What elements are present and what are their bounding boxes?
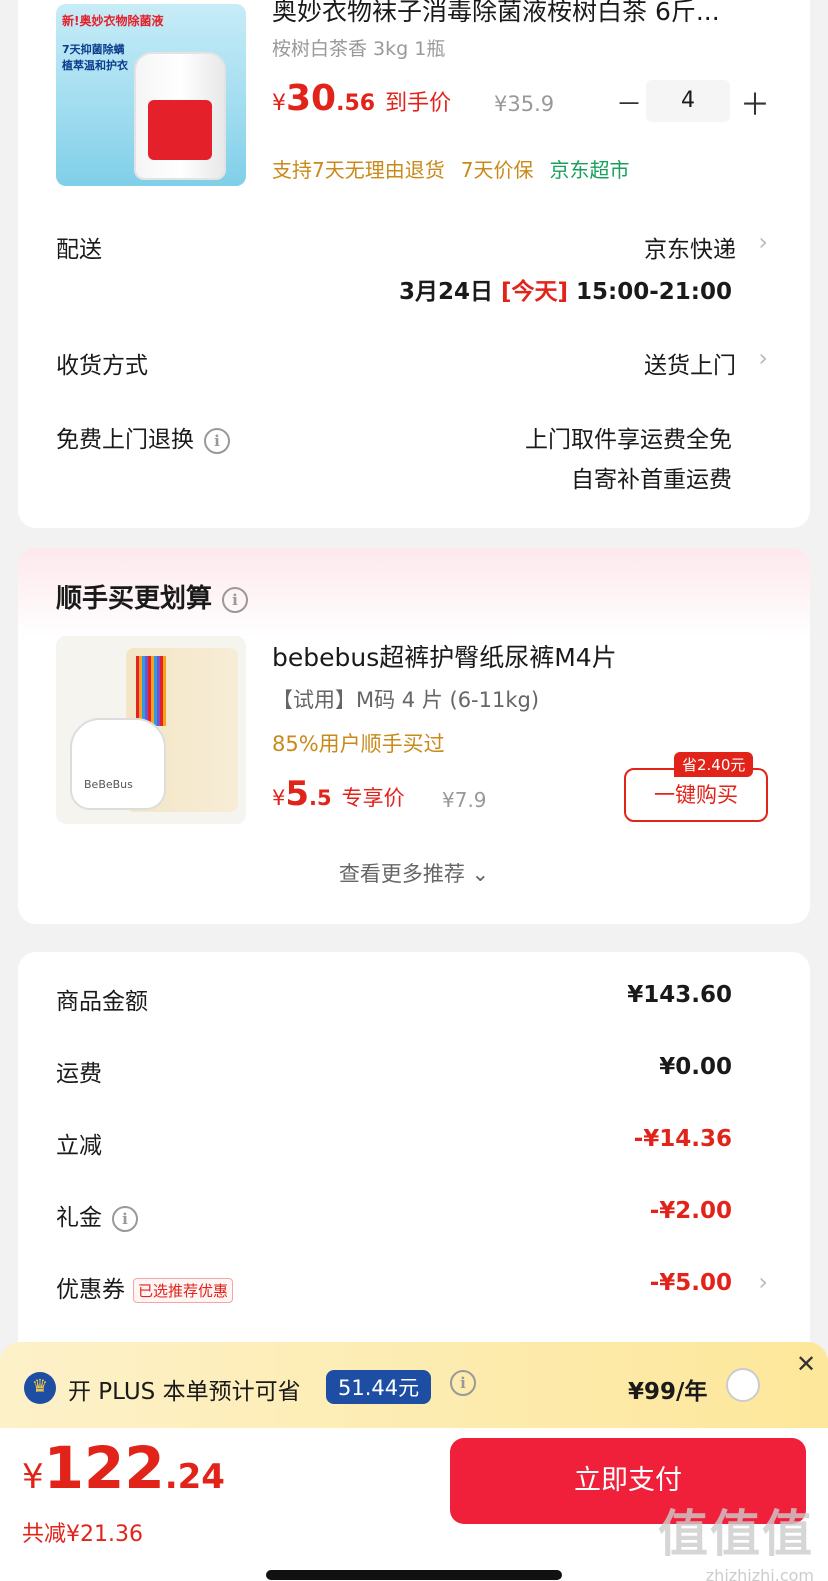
summary-label: 商品金额 [56, 989, 148, 1015]
recommend-product-spec: 【试用】M码 4 片 (6-11kg) [272, 688, 540, 712]
quantity-increase-button[interactable]: ＋ [740, 80, 770, 124]
price-summary-card: 商品金额 ¥143.60 运费 ¥0.00 立减 -¥14.36 礼金 i -¥2… [18, 952, 810, 1372]
recommend-product-image[interactable]: BeBeBus [56, 636, 246, 824]
total-integer: 122 [43, 1434, 165, 1502]
receive-chevron-icon[interactable]: › [758, 344, 768, 372]
product-price: ¥30.56 到手价 [272, 78, 451, 119]
plus-info[interactable]: i [450, 1370, 476, 1396]
price-decimal: .56 [336, 91, 376, 116]
summary-row-shipping: 运费 ¥0.00 [56, 1054, 772, 1094]
summary-label: 礼金 i [56, 1198, 138, 1232]
delivery-time[interactable]: 3月24日 [今天] 15:00-21:00 [399, 272, 732, 306]
receive-method-value[interactable]: 送货上门 [644, 346, 736, 380]
see-more-recommend-link[interactable]: 查看更多推荐 ⌄ [18, 858, 810, 888]
info-icon[interactable]: i [222, 586, 249, 613]
quantity-input[interactable]: 4 [646, 80, 730, 122]
price-label: 到手价 [385, 91, 452, 116]
plus-promo-bar[interactable]: ♛ 开 PLUS 本单预计可省 51.44元 i ¥99/年 ✕ [0, 1342, 828, 1428]
price-label: 专享价 [341, 786, 405, 810]
free-return-line1: 上门取件享运费全免 [525, 427, 732, 453]
summary-row-gift[interactable]: 礼金 i -¥2.00 [56, 1198, 772, 1238]
product-image[interactable]: 新!奥妙衣物除菌液 7天抑菌除螨 植萃温和护衣 [56, 4, 246, 186]
total-price: ¥122.24 [22, 1434, 225, 1502]
image-brand-text: BeBeBus [84, 778, 133, 791]
delivery-window: 15:00-21:00 [576, 279, 732, 305]
price-currency: ¥ [272, 91, 286, 116]
summary-value: ¥0.00 [659, 1054, 732, 1080]
stripes-graphic [136, 656, 166, 726]
tag-return: 支持7天无理由退货 [272, 158, 445, 182]
product-image-banner: 7天抑菌除螨 植萃温和护衣 [62, 43, 128, 72]
recommend-stat: 85%用户顺手买过 [272, 732, 445, 756]
service-tags: 支持7天无理由退货 7天价保 京东超市 [272, 154, 645, 183]
summary-value: -¥14.36 [633, 1126, 732, 1152]
coupon-label-text: 优惠券 [56, 1277, 125, 1303]
summary-value: ¥143.60 [627, 982, 732, 1008]
summary-row-goods: 商品金额 ¥143.60 [56, 982, 772, 1022]
summary-label: 优惠券 已选推荐优惠 [56, 1270, 234, 1304]
summary-value: -¥2.00 [649, 1198, 732, 1224]
recommend-product-name[interactable]: bebebus超裤护臀纸尿裤M4片 [272, 638, 617, 674]
total-decimal: .24 [164, 1457, 225, 1497]
price-decimal: .5 [309, 786, 332, 810]
summary-row-discount[interactable]: 立减 -¥14.36 [56, 1126, 772, 1166]
home-indicator [266, 1570, 562, 1580]
recommend-price: ¥5.5 专享价 [272, 774, 405, 814]
coupon-tag: 已选推荐优惠 [133, 1278, 234, 1303]
plus-text: 开 PLUS 本单预计可省 [68, 1379, 301, 1405]
delivery-date: 3月24日 [398, 279, 493, 305]
gift-label-text: 礼金 [56, 1205, 102, 1231]
watermark: 值值值 zhizhizhi.com [658, 1494, 814, 1581]
total-currency: ¥ [22, 1457, 44, 1497]
receive-method-label: 收货方式 [56, 353, 148, 379]
delivery-today: [今天] [500, 279, 569, 305]
delivery-label: 配送 [56, 237, 102, 263]
delivery-chevron-icon[interactable]: › [758, 228, 768, 256]
checkout-bar: ¥122.24 共减¥21.36 立即支付 值值值 zhizhizhi.com [0, 1428, 828, 1581]
diaper-graphic [70, 718, 166, 810]
total-saved[interactable]: 共减¥21.36 [22, 1516, 143, 1548]
bottle-label-graphic [148, 100, 212, 160]
recommend-card: 顺手买更划算 i BeBeBus bebebus超裤护臀纸尿裤M4片 【试用】M码… [18, 548, 810, 924]
price-integer: 5 [285, 774, 310, 814]
price-currency: ¥ [272, 786, 286, 810]
info-icon[interactable]: i [112, 1205, 138, 1232]
crown-icon: ♛ [24, 1372, 56, 1404]
summary-row-coupon[interactable]: 优惠券 已选推荐优惠 -¥5.00 › [56, 1268, 772, 1310]
summary-label: 运费 [56, 1061, 102, 1087]
info-icon[interactable]: i [204, 427, 230, 454]
delivery-carrier[interactable]: 京东快递 [644, 230, 736, 264]
order-item-card: 新!奥妙衣物除菌液 7天抑菌除螨 植萃温和护衣 奥妙衣物袜子消毒除菌液桉树白茶 … [18, 0, 810, 528]
plus-radio[interactable] [726, 1368, 760, 1402]
recommend-original-price: ¥7.9 [442, 788, 487, 812]
plus-amount-badge: 51.44元 [326, 1370, 432, 1404]
close-icon[interactable]: ✕ [796, 1350, 816, 1378]
save-badge: 省2.40元 [674, 752, 754, 777]
free-return-label: 免费上门退换 i [56, 420, 230, 454]
tag-jd-supermarket: 京东超市 [549, 158, 630, 182]
original-price: ¥35.9 [494, 92, 555, 116]
price-integer: 30 [286, 78, 337, 119]
free-return-text: 免费上门退换 [56, 427, 194, 453]
product-spec[interactable]: 桉树白茶香 3kg 1瓶 [272, 34, 445, 61]
summary-label: 立减 [56, 1133, 102, 1159]
watermark-url: zhizhizhi.com [705, 1566, 814, 1581]
summary-value: -¥5.00 [649, 1270, 732, 1296]
product-image-tag: 新!奥妙衣物除菌液 [62, 14, 164, 28]
info-icon[interactable]: i [450, 1370, 476, 1396]
free-return-line2: 自寄补首重运费 [571, 467, 732, 493]
tag-price-protect: 7天价保 [460, 158, 534, 182]
quantity-decrease-button[interactable]: － [616, 84, 642, 121]
product-title[interactable]: 奥妙衣物袜子消毒除菌液桉树白茶 6斤... [272, 0, 772, 28]
recommend-title-text: 顺手买更划算 [56, 584, 213, 614]
recommend-title: 顺手买更划算 i [56, 578, 249, 615]
plus-price: ¥99/年 [628, 1379, 708, 1405]
watermark-logo: 值值值 [658, 1505, 814, 1563]
chevron-right-icon[interactable]: › [758, 1268, 768, 1296]
